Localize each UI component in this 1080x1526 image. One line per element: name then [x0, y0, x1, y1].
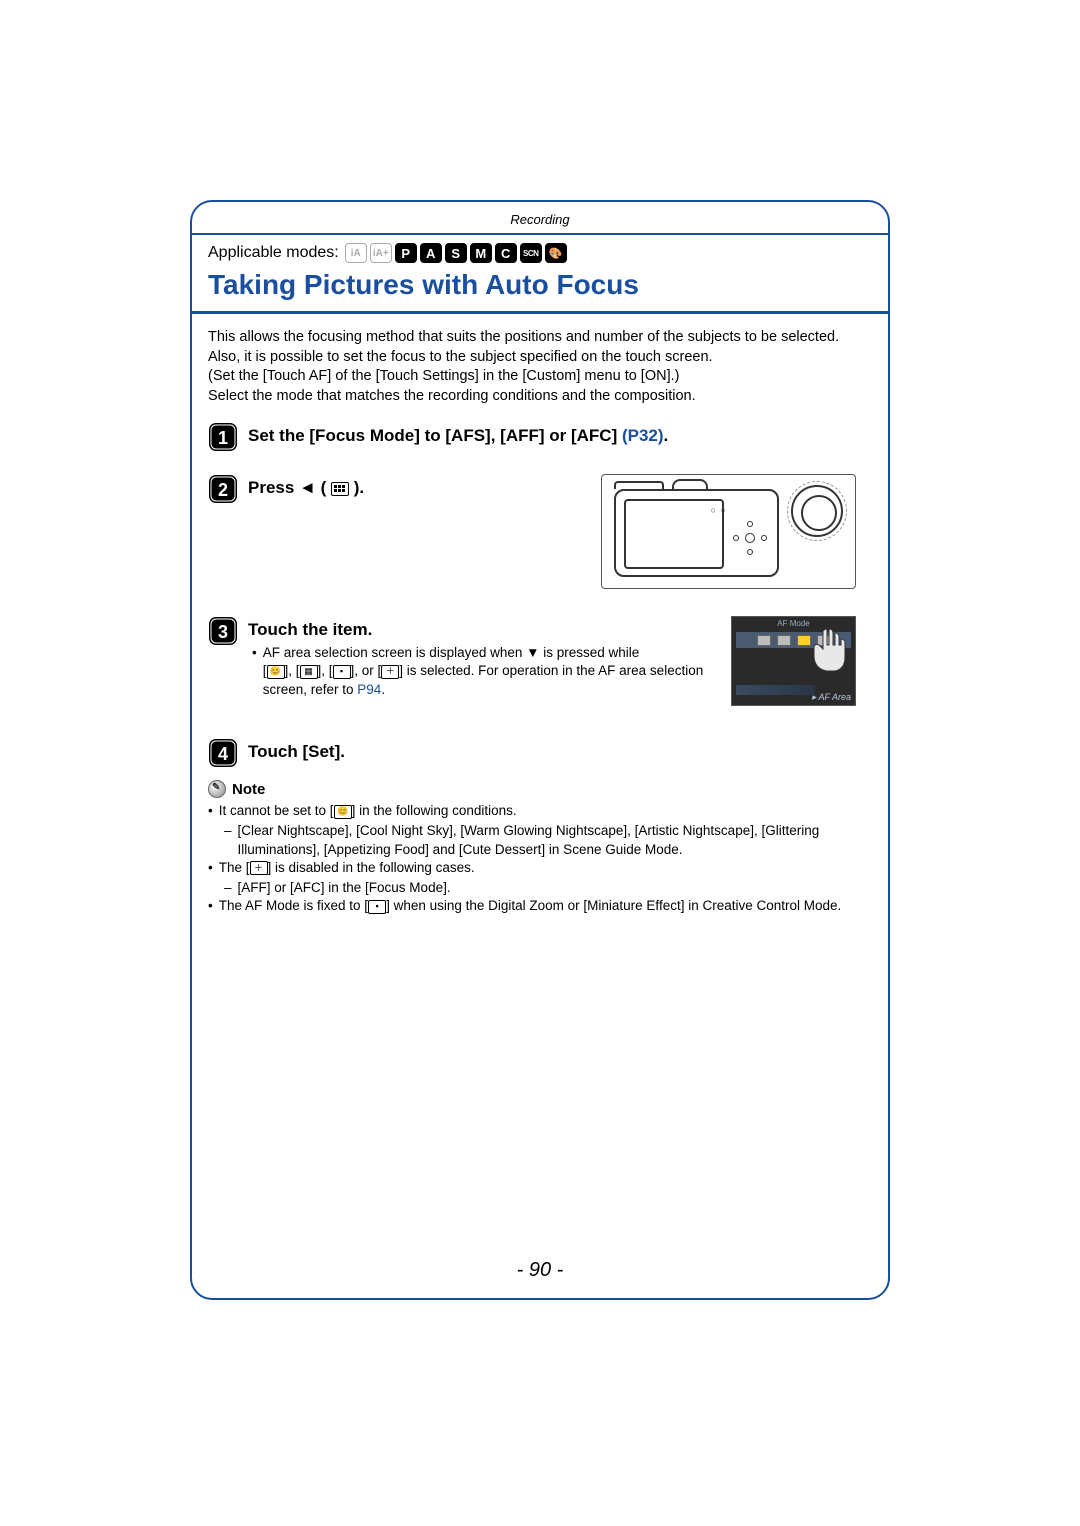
mode-palette-icon: 🎨 — [545, 243, 567, 263]
step-4-title: Touch [Set]. — [248, 738, 872, 762]
step-3: 3 Touch the item. • AF area selection sc… — [208, 616, 872, 716]
note-list: • It cannot be set to [😊] in the followi… — [192, 798, 888, 915]
face-detect-icon: 😊 — [267, 665, 285, 679]
mode-ia-icon: iA — [345, 243, 367, 263]
step-2-text-a: Press ◄ ( — [248, 478, 331, 497]
svg-text:3: 3 — [218, 622, 228, 642]
step-1-period: . — [664, 426, 669, 445]
step-3-br-pre: [ — [263, 663, 267, 678]
steps-list: 1 Set the [Focus Mode] to [AFS], [AFF] o… — [192, 406, 888, 768]
mode-s-icon: S — [445, 243, 467, 263]
step-3-br-m3: ], or [ — [351, 663, 382, 678]
note-heading: Note — [192, 780, 888, 798]
step-1-title: Set the [Focus Mode] to [AFS], [AFF] or … — [248, 422, 872, 446]
step-1-pageref-link[interactable]: (P32) — [622, 426, 664, 445]
step-3-bullet-line1: AF area selection screen is displayed wh… — [263, 645, 640, 660]
step-3-badge-icon: 3 — [208, 616, 238, 646]
touch-hand-icon — [805, 625, 849, 675]
note-2-sub-text: [AFF] or [AFC] in the [Focus Mode]. — [238, 879, 451, 897]
applicable-label: Applicable modes: — [208, 244, 339, 262]
mode-m-icon: M — [470, 243, 492, 263]
step-3-br-end: . — [381, 682, 385, 697]
mode-ia-plus-icon: iA+ — [370, 243, 392, 263]
step-3-br-m1: ], [ — [285, 663, 300, 678]
note-2-sub: – [AFF] or [AFC] in the [Focus Mode]. — [208, 879, 872, 897]
divider-top — [192, 233, 888, 235]
step-3-pageref-link[interactable]: P94 — [357, 682, 381, 697]
note-2: • The [＋] is disabled in the following c… — [208, 859, 872, 877]
note-1-b: ] in the following conditions. — [352, 803, 517, 818]
page-frame: Recording Applicable modes: iA iA+ P A S… — [190, 200, 890, 1300]
af-area-grid-icon — [331, 482, 349, 496]
step-2-badge-icon: 2 — [208, 474, 238, 504]
divider-title — [192, 311, 888, 314]
intro-p3: (Set the [Touch AF] of the [Touch Settin… — [208, 367, 872, 387]
mode-scn-icon: SCN — [520, 243, 542, 263]
step-2: 2 Press ◄ ( ). ○ ○ — [208, 474, 872, 594]
intro-p4: Select the mode that matches the recordi… — [208, 387, 872, 407]
multi-area-icon: ▦ — [300, 665, 318, 679]
mode-icons-group: iA iA+ P A S M C SCN 🎨 — [345, 243, 567, 263]
intro-text: This allows the focusing method that sui… — [192, 322, 888, 406]
applicable-modes-row: Applicable modes: iA iA+ P A S M C SCN 🎨 — [192, 243, 888, 263]
note-1-sub-text: [Clear Nightscape], [Cool Night Sky], [W… — [238, 822, 872, 858]
face-detect-icon: 😊 — [334, 805, 352, 819]
step-1: 1 Set the [Focus Mode] to [AFS], [AFF] o… — [208, 422, 872, 452]
step-4: 4 Touch [Set]. — [208, 738, 872, 768]
svg-text:4: 4 — [218, 744, 228, 764]
step-4-badge-icon: 4 — [208, 738, 238, 768]
note-3-b: ] when using the Digital Zoom or [Miniat… — [386, 898, 841, 913]
intro-p1: This allows the focusing method that sui… — [208, 328, 872, 348]
touchscreen-illustration: AF Mode ▸ AF Area — [731, 616, 856, 706]
page-title: Taking Pictures with Auto Focus — [192, 263, 888, 311]
mode-a-icon: A — [420, 243, 442, 263]
note-2-a: The [ — [219, 860, 250, 875]
note-icon — [208, 780, 226, 798]
note-1: • It cannot be set to [😊] in the followi… — [208, 802, 872, 820]
svg-text:1: 1 — [218, 428, 228, 448]
mode-p-icon: P — [395, 243, 417, 263]
step-1-text: Set the [Focus Mode] to [AFS], [AFF] or … — [248, 426, 622, 445]
touch-illus-label: ▸ AF Area — [812, 692, 851, 703]
intro-p2: Also, it is possible to set the focus to… — [208, 348, 872, 368]
one-area-icon: ▪ — [333, 665, 351, 679]
step-2-text-b: ). — [349, 478, 364, 497]
note-label: Note — [232, 781, 265, 798]
step-3-title: Touch the item. — [248, 616, 737, 640]
mode-c-icon: C — [495, 243, 517, 263]
one-area-icon: ▪ — [368, 900, 386, 914]
step-1-badge-icon: 1 — [208, 422, 238, 452]
note-3: • The AF Mode is fixed to [▪] when using… — [208, 897, 872, 915]
camera-illustration: ○ ○ — [601, 474, 856, 589]
step-3-br-m2: ], [ — [318, 663, 333, 678]
note-1-sub: – [Clear Nightscape], [Cool Night Sky], … — [208, 822, 872, 858]
note-1-a: It cannot be set to [ — [219, 803, 334, 818]
svg-text:2: 2 — [218, 480, 228, 500]
note-3-a: The AF Mode is fixed to [ — [219, 898, 368, 913]
section-header: Recording — [192, 212, 888, 227]
note-2-b: ] is disabled in the following cases. — [268, 860, 475, 875]
pinpoint-icon: ＋ — [250, 861, 268, 875]
pinpoint-icon: ＋ — [381, 665, 399, 679]
step-3-notes: • AF area selection screen is displayed … — [248, 640, 737, 699]
page-number: - 90 - — [192, 1259, 888, 1282]
